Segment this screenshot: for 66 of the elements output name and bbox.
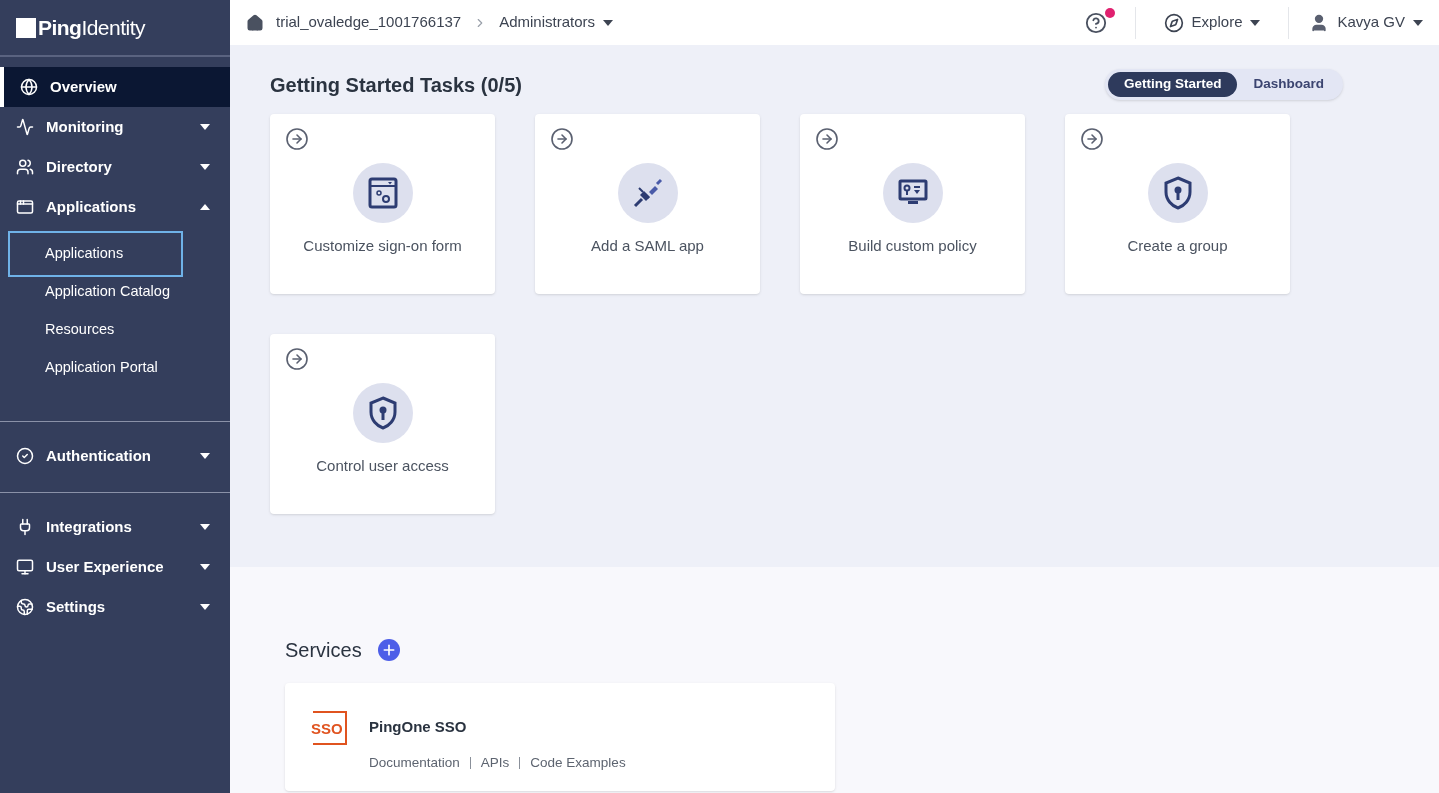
caret-icon xyxy=(200,124,210,130)
arrow-right-circle-icon xyxy=(285,347,309,371)
nav-icon xyxy=(16,118,34,136)
nav-icon xyxy=(16,447,34,465)
task-label: Add a SAML app xyxy=(591,236,704,256)
caret-icon xyxy=(603,19,614,26)
breadcrumb-link[interactable]: trial_ovaledge_1001766137 xyxy=(276,11,462,34)
logo-mark xyxy=(16,17,36,38)
nav-icon xyxy=(16,158,34,176)
shield-keyhole-icon xyxy=(367,396,398,430)
task-label: Build custom policy xyxy=(848,236,977,256)
caret-icon xyxy=(1413,19,1423,26)
nav-icon xyxy=(16,598,34,616)
task-card[interactable]: Create a group xyxy=(1065,114,1290,294)
sidebar-item[interactable]: Overview xyxy=(0,67,230,107)
task-label: Control user access xyxy=(316,456,449,476)
task-card[interactable]: Add a SAML app xyxy=(535,114,760,294)
monitor-key-icon xyxy=(897,179,928,207)
section-title: Services xyxy=(285,638,362,663)
home-icon[interactable] xyxy=(246,13,264,32)
sidebar-item[interactable]: User Experience xyxy=(0,547,230,587)
arrow-right-circle-icon xyxy=(815,127,839,151)
arrow-right-circle-icon xyxy=(1080,127,1104,151)
service-link[interactable]: Documentation xyxy=(369,752,460,773)
breadcrumb-link[interactable]: Administrators xyxy=(499,11,614,34)
sidebar-item[interactable]: Authentication xyxy=(0,436,230,476)
task-card[interactable]: Customize sign-on form xyxy=(270,114,495,294)
service-link[interactable]: Code Examples xyxy=(530,752,626,773)
task-card[interactable]: Control user access xyxy=(270,334,495,514)
caret-icon xyxy=(200,453,210,459)
caret-icon xyxy=(200,524,210,530)
sidebar-item[interactable]: Integrations xyxy=(0,507,230,547)
sidebar-item[interactable]: Monitoring xyxy=(0,107,230,147)
sso-logo: SSO xyxy=(313,711,347,745)
service-link[interactable]: APIs xyxy=(480,752,510,773)
logo: PingIdentity xyxy=(38,14,145,41)
nav-icon xyxy=(16,198,34,216)
user-menu[interactable]: Kavya GV xyxy=(1301,11,1423,34)
plug-icon xyxy=(631,177,664,209)
arrow-right-circle-icon xyxy=(285,127,309,151)
task-label: Customize sign-on form xyxy=(303,236,462,256)
sidebar-subitem[interactable]: Applications xyxy=(8,231,183,277)
sidebar-item[interactable]: Applications xyxy=(0,187,230,227)
toggle-tab[interactable]: Dashboard xyxy=(1237,72,1340,97)
sidebar-item[interactable]: Settings xyxy=(0,587,230,627)
caret-icon xyxy=(200,164,210,170)
service-name: PingOne SSO xyxy=(369,717,468,737)
explore-menu[interactable]: Explore xyxy=(1147,11,1277,34)
compass-icon xyxy=(1163,12,1184,33)
arrow-right-circle-icon xyxy=(550,127,574,151)
task-label: Create a group xyxy=(1127,236,1228,256)
sidebar-item[interactable]: Directory xyxy=(0,147,230,187)
caret-icon xyxy=(200,204,210,210)
service-card[interactable]: SSO PingOne SSO Documentation APIs Code Examples xyxy=(285,683,835,791)
shield-keyhole-icon xyxy=(1162,176,1193,210)
nav-icon xyxy=(16,558,34,576)
page-title: Getting Started Tasks (0/5) xyxy=(270,72,522,98)
task-card[interactable]: Build custom policy xyxy=(800,114,1025,294)
add-button[interactable] xyxy=(377,639,400,661)
toggle-tab[interactable]: Getting Started xyxy=(1107,72,1238,97)
caret-icon xyxy=(200,604,210,610)
help-icon xyxy=(1084,11,1107,34)
caret-icon xyxy=(200,564,210,570)
nav-icon xyxy=(20,78,38,96)
form-gears-icon xyxy=(367,177,398,209)
caret-icon xyxy=(1250,19,1261,26)
